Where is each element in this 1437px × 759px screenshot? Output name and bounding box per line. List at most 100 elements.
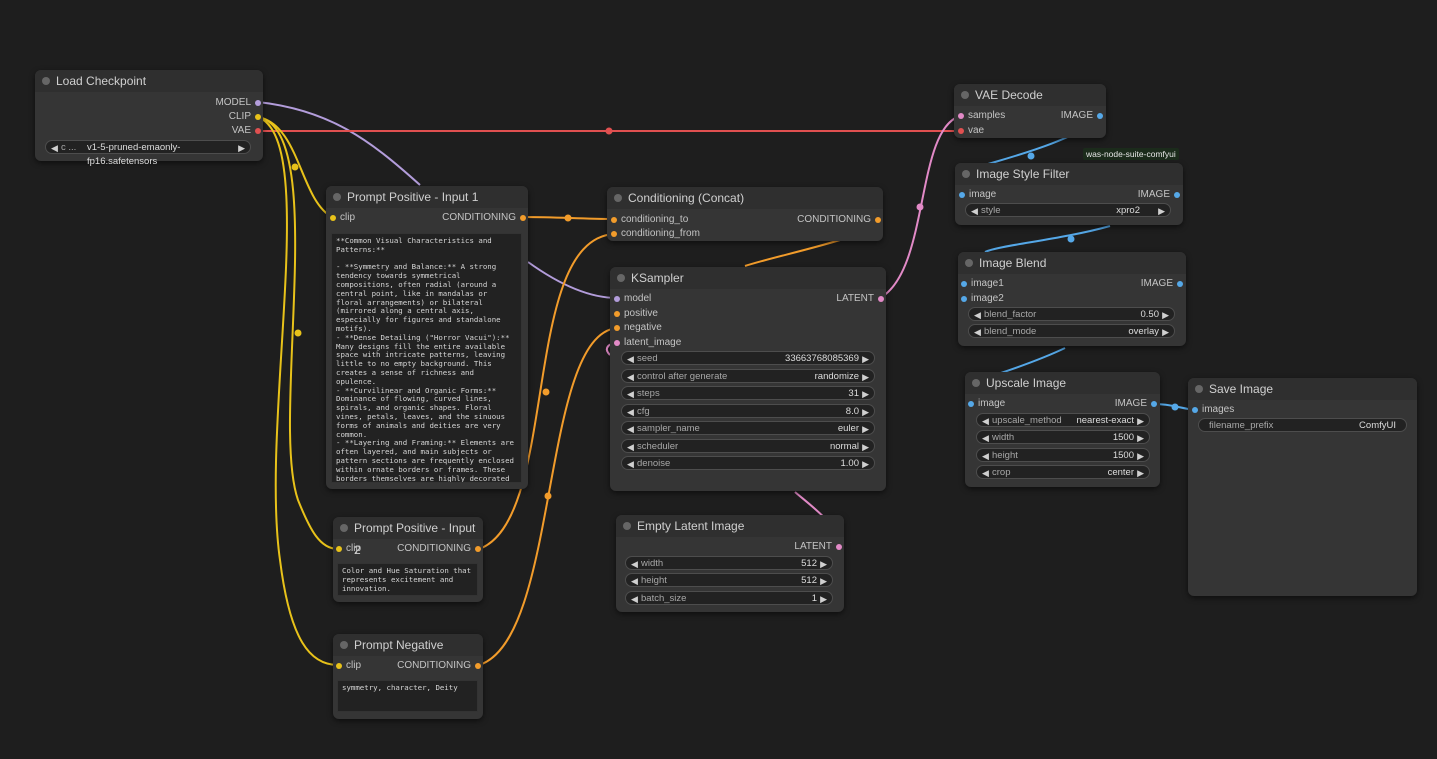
arrow-right-icon[interactable]: ▶ — [862, 457, 869, 471]
cfg-widget[interactable]: ◀ cfg 8.0 ▶ — [621, 404, 875, 418]
collapse-dot[interactable] — [961, 91, 969, 99]
seed-widget[interactable]: ◀ seed 33663768085369 ▶ — [621, 351, 875, 365]
collapse-dot[interactable] — [340, 641, 348, 649]
blend-mode-widget[interactable]: ◀ blend_mode overlay ▶ — [968, 324, 1175, 338]
node-prompt-negative[interactable]: Prompt Negative clip CONDITIONING symmet… — [333, 634, 483, 719]
slot-dot[interactable] — [330, 215, 336, 221]
output-latent[interactable]: LATENT — [794, 541, 842, 553]
output-image[interactable]: IMAGE — [1061, 110, 1103, 122]
blend-factor-widget[interactable]: ◀ blend_factor 0.50 ▶ — [968, 307, 1175, 321]
upscale-method-widget[interactable]: ◀ upscale_method nearest-exact ▶ — [976, 413, 1150, 427]
node-prompt-positive-1[interactable]: Prompt Positive - Input 1 clip CONDITION… — [326, 186, 528, 489]
slot-dot[interactable] — [961, 281, 967, 287]
output-latent[interactable]: LATENT — [836, 293, 884, 305]
node-title[interactable]: KSampler — [610, 267, 886, 289]
input-vae[interactable]: vae — [958, 125, 984, 137]
slot-dot[interactable] — [475, 663, 481, 669]
collapse-dot[interactable] — [962, 170, 970, 178]
arrow-right-icon[interactable]: ▶ — [1137, 449, 1144, 463]
output-image[interactable]: IMAGE — [1141, 278, 1183, 290]
node-ksampler[interactable]: KSampler model positive negative latent_… — [610, 267, 886, 491]
node-save-image[interactable]: Save Image images filename_prefix ComfyUI — [1188, 378, 1417, 596]
arrow-left-icon[interactable]: ◀ — [627, 457, 634, 471]
slot-dot[interactable] — [255, 128, 261, 134]
node-vae-decode[interactable]: VAE Decode samples vae IMAGE — [954, 84, 1106, 138]
arrow-right-icon[interactable]: ▶ — [862, 370, 869, 384]
node-title[interactable]: Conditioning (Concat) — [607, 187, 883, 209]
denoise-widget[interactable]: ◀ denoise 1.00 ▶ — [621, 456, 875, 470]
style-combo[interactable]: ◀ style xpro2 ▶ — [965, 203, 1171, 217]
arrow-right-icon[interactable]: ▶ — [1158, 204, 1165, 218]
slot-dot[interactable] — [255, 100, 261, 106]
input-negative[interactable]: negative — [614, 322, 662, 334]
slot-dot[interactable] — [475, 546, 481, 552]
width-widget[interactable]: ◀ width 512 ▶ — [625, 556, 833, 570]
arrow-left-icon[interactable]: ◀ — [631, 574, 638, 588]
slot-dot[interactable] — [958, 113, 964, 119]
slot-dot[interactable] — [255, 114, 261, 120]
slot-dot[interactable] — [611, 217, 617, 223]
output-conditioning[interactable]: CONDITIONING — [442, 212, 526, 224]
arrow-right-icon[interactable]: ▶ — [1162, 308, 1169, 322]
slot-dot[interactable] — [875, 217, 881, 223]
prompt-textarea[interactable]: symmetry, character, Deity — [337, 680, 478, 712]
input-model[interactable]: model — [614, 293, 651, 305]
arrow-left-icon[interactable]: ◀ — [627, 387, 634, 401]
slot-dot[interactable] — [614, 340, 620, 346]
arrow-right-icon[interactable]: ▶ — [862, 422, 869, 436]
slot-dot[interactable] — [336, 663, 342, 669]
node-image-blend[interactable]: Image Blend image1 image2 IMAGE ◀ blend_f… — [958, 252, 1186, 346]
collapse-dot[interactable] — [333, 193, 341, 201]
input-samples[interactable]: samples — [958, 110, 1005, 122]
arrow-right-icon[interactable]: ▶ — [238, 141, 245, 155]
arrow-left-icon[interactable]: ◀ — [982, 449, 989, 463]
node-title[interactable]: Load Checkpoint — [35, 70, 263, 92]
collapse-dot[interactable] — [614, 194, 622, 202]
width-widget[interactable]: ◀ width 1500 ▶ — [976, 430, 1150, 444]
filename-prefix-field[interactable]: filename_prefix ComfyUI — [1198, 418, 1407, 432]
input-positive[interactable]: positive — [614, 308, 658, 320]
slot-dot[interactable] — [968, 401, 974, 407]
scheduler-widget[interactable]: ◀ scheduler normal ▶ — [621, 439, 875, 453]
arrow-left-icon[interactable]: ◀ — [631, 592, 638, 606]
node-image-style-filter[interactable]: Image Style Filter image IMAGE ◀ style xpr… — [955, 163, 1183, 225]
node-title[interactable]: Image Style Filter — [955, 163, 1183, 185]
node-upscale-image[interactable]: Upscale Image image IMAGE ◀ upscale_metho… — [965, 372, 1160, 487]
prompt-textarea[interactable]: **Common Visual Characteristics and Patt… — [331, 233, 522, 483]
node-conditioning-concat[interactable]: Conditioning (Concat) conditioning_to co… — [607, 187, 883, 241]
collapse-dot[interactable] — [42, 77, 50, 85]
arrow-right-icon[interactable]: ▶ — [1137, 431, 1144, 445]
arrow-left-icon[interactable]: ◀ — [627, 405, 634, 419]
node-title[interactable]: Save Image — [1188, 378, 1417, 400]
arrow-left-icon[interactable]: ◀ — [982, 466, 989, 480]
slot-dot[interactable] — [1097, 113, 1103, 119]
slot-dot[interactable] — [836, 544, 842, 550]
slot-dot[interactable] — [520, 215, 526, 221]
output-clip[interactable]: CLIP — [229, 111, 261, 123]
arrow-left-icon[interactable]: ◀ — [982, 414, 989, 428]
output-conditioning[interactable]: CONDITIONING — [397, 660, 481, 672]
input-image2[interactable]: image2 — [961, 293, 1004, 305]
arrow-right-icon[interactable]: ▶ — [1162, 325, 1169, 339]
slot-dot[interactable] — [1151, 401, 1157, 407]
slot-dot[interactable] — [878, 296, 884, 302]
output-conditioning[interactable]: CONDITIONING — [797, 214, 881, 226]
collapse-dot[interactable] — [623, 522, 631, 530]
output-image[interactable]: IMAGE — [1115, 398, 1157, 410]
node-title[interactable]: Prompt Positive - Input 1 — [326, 186, 528, 208]
batch-size-widget[interactable]: ◀ batch_size 1 ▶ — [625, 591, 833, 605]
node-title[interactable]: Prompt Positive - Input 2 — [333, 517, 483, 557]
slot-dot[interactable] — [1174, 192, 1180, 198]
slot-dot[interactable] — [958, 128, 964, 134]
input-clip[interactable]: clip — [336, 660, 361, 672]
arrow-right-icon[interactable]: ▶ — [862, 440, 869, 454]
steps-widget[interactable]: ◀ steps 31 ▶ — [621, 386, 875, 400]
slot-dot[interactable] — [959, 192, 965, 198]
slot-dot[interactable] — [961, 296, 967, 302]
arrow-right-icon[interactable]: ▶ — [820, 557, 827, 571]
height-widget[interactable]: ◀ height 512 ▶ — [625, 573, 833, 587]
arrow-left-icon[interactable]: ◀ — [627, 370, 634, 384]
input-latent-image[interactable]: latent_image — [614, 337, 681, 349]
node-title[interactable]: Empty Latent Image — [616, 515, 844, 537]
slot-dot[interactable] — [336, 546, 342, 552]
